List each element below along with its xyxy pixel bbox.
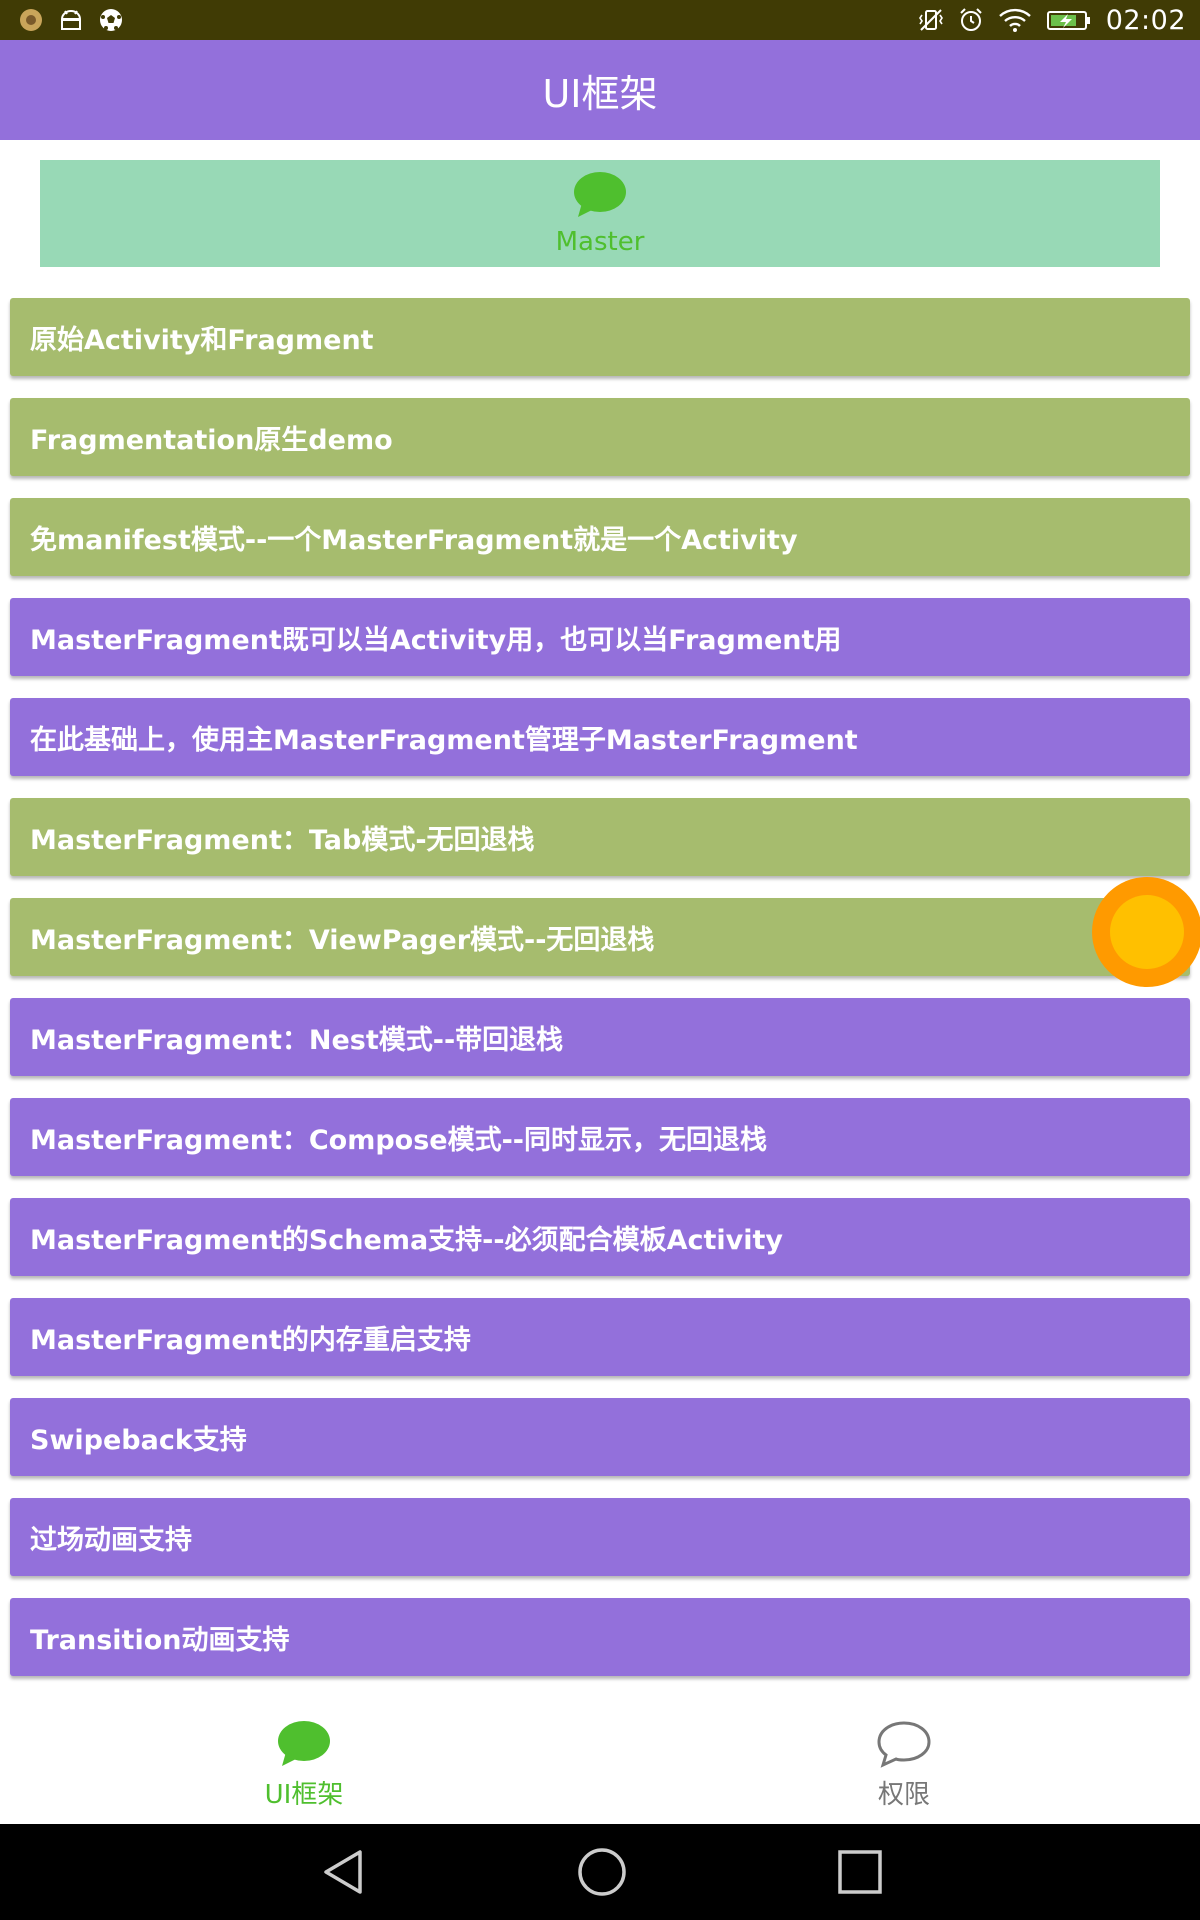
battery-charging-icon — [1046, 7, 1092, 33]
chat-bubble-outline-icon — [876, 1720, 932, 1772]
menu-item-masterfragment-dual-use[interactable]: MasterFragment既可以当Activity用，也可以当Fragment… — [10, 598, 1190, 676]
status-time: 02:02 — [1105, 4, 1186, 36]
recents-icon[interactable] — [832, 1844, 888, 1900]
menu-item-swipeback[interactable]: Swipeback支持 — [10, 1398, 1190, 1476]
menu-item-label: MasterFragment：Compose模式--同时显示，无回退栈 — [30, 1124, 768, 1156]
status-left-icons — [18, 7, 124, 33]
menu-item-transition-support[interactable]: Transition动画支持 — [10, 1598, 1190, 1676]
menu-item-label: MasterFragment：Nest模式--带回退栈 — [30, 1024, 564, 1056]
page-title: UI框架 — [542, 71, 658, 116]
menu-item-label: 在此基础上，使用主MasterFragment管理子MasterFragment — [30, 724, 858, 756]
menu-item-label: MasterFragment：ViewPager模式--无回退栈 — [30, 924, 655, 956]
tab-label: UI框架 — [264, 1779, 344, 1810]
chat-bubble-filled-icon — [276, 1720, 332, 1772]
menu-item-nested-masterfragment[interactable]: 在此基础上，使用主MasterFragment管理子MasterFragment — [10, 698, 1190, 776]
menu-item-label: 原始Activity和Fragment — [30, 324, 374, 356]
menu-item-schema-support[interactable]: MasterFragment的Schema支持--必须配合模板Activity — [10, 1198, 1190, 1276]
menu-item-label: MasterFragment：Tab模式-无回退栈 — [30, 824, 535, 856]
menu-item-no-manifest-mode[interactable]: 免manifest模式--一个MasterFragment就是一个Activit… — [10, 498, 1190, 576]
app-icon — [18, 7, 44, 33]
tab-permissions[interactable]: 权限 — [804, 1706, 1004, 1824]
menu-item-nest-mode[interactable]: MasterFragment：Nest模式--带回退栈 — [10, 998, 1190, 1076]
menu-item-tab-mode[interactable]: MasterFragment：Tab模式-无回退栈 — [10, 798, 1190, 876]
menu-item-label: Fragmentation原生demo — [30, 424, 393, 456]
android-debug-icon — [58, 7, 84, 33]
tab-label: 权限 — [877, 1779, 930, 1810]
alarm-icon — [958, 7, 984, 33]
chat-bubble-icon — [572, 171, 628, 223]
menu-item-memory-restart[interactable]: MasterFragment的内存重启支持 — [10, 1298, 1190, 1376]
menu-item-original-activity-fragment[interactable]: 原始Activity和Fragment — [10, 298, 1190, 376]
bottom-tab-bar: UI框架 权限 — [0, 1706, 1200, 1824]
menu-item-label: MasterFragment既可以当Activity用，也可以当Fragment… — [30, 624, 842, 656]
menu-item-label: 过场动画支持 — [30, 1524, 192, 1556]
menu-item-label: Transition动画支持 — [30, 1624, 290, 1656]
menu-item-label: MasterFragment的内存重启支持 — [30, 1324, 471, 1356]
menu-item-viewpager-mode[interactable]: MasterFragment：ViewPager模式--无回退栈 — [10, 898, 1190, 976]
fab-inner-circle — [1110, 895, 1184, 969]
master-banner[interactable]: Master — [40, 160, 1160, 267]
status-bar: 02:02 — [0, 0, 1200, 40]
tab-ui-framework[interactable]: UI框架 — [204, 1706, 404, 1824]
status-right-icons: 02:02 — [918, 5, 1186, 36]
home-icon[interactable] — [574, 1844, 630, 1900]
menu-item-label: Swipeback支持 — [30, 1424, 247, 1456]
app-header: UI框架 — [0, 40, 1200, 140]
menu-item-compose-mode[interactable]: MasterFragment：Compose模式--同时显示，无回退栈 — [10, 1098, 1190, 1176]
wifi-icon — [998, 7, 1032, 33]
soccer-ball-icon — [98, 7, 124, 33]
vibrate-icon — [918, 7, 944, 33]
system-nav-bar — [0, 1824, 1200, 1920]
floating-action-button[interactable] — [1092, 877, 1200, 987]
menu-item-label: MasterFragment的Schema支持--必须配合模板Activity — [30, 1224, 784, 1256]
menu-item-fragmentation-demo[interactable]: Fragmentation原生demo — [10, 398, 1190, 476]
menu-item-label: 免manifest模式--一个MasterFragment就是一个Activit… — [30, 524, 798, 556]
master-label: Master — [555, 226, 645, 257]
menu-list: 原始Activity和Fragment Fragmentation原生demo … — [10, 298, 1190, 1698]
back-icon[interactable] — [316, 1844, 372, 1900]
menu-item-transition-animation[interactable]: 过场动画支持 — [10, 1498, 1190, 1576]
